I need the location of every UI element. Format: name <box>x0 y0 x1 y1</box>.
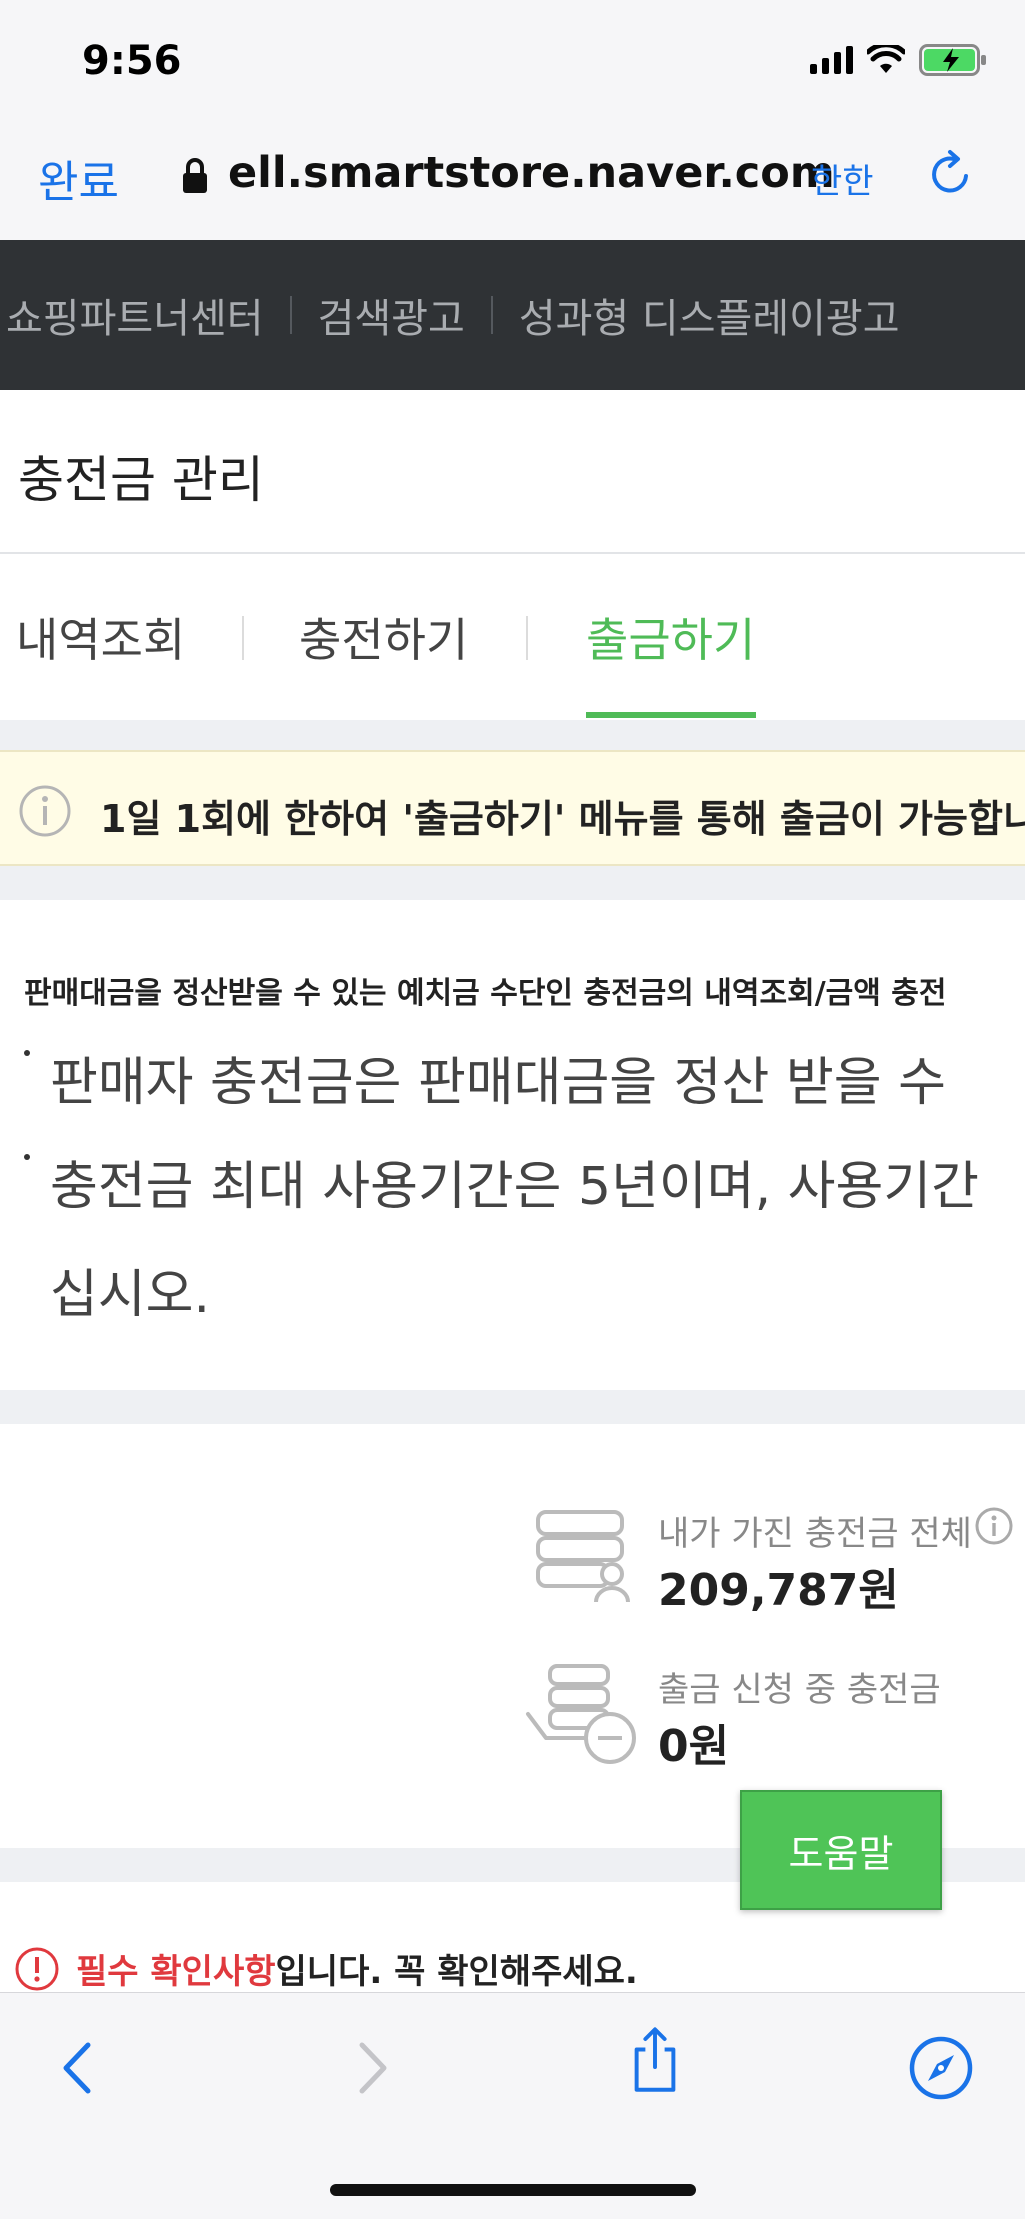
browser-url-bar: 완료 ell.smartstore.naver.com 한한 <box>0 118 1025 240</box>
withdraw-notice: 1일 1회에 한하여 '출금하기' 메뉴를 통해 출금이 가능합니 <box>0 750 1025 866</box>
battery-charging-icon <box>919 44 986 76</box>
total-balance-label: 내가 가진 충전금 전체 <box>658 1514 972 1554</box>
info-section: 판매대금을 정산받을 수 있는 예치금 수단인 충전금의 내역조회/금액 충전 … <box>0 900 1025 1390</box>
info-line-3: 십시오. <box>50 1265 211 1325</box>
coin-stack-user-icon <box>536 1510 630 1603</box>
url-address[interactable]: ell.smartstore.naver.com <box>228 148 835 198</box>
tab-divider <box>526 616 528 660</box>
withdraw-pending-icon <box>526 1664 636 1764</box>
info-icon <box>19 785 71 837</box>
cellular-signal-icon <box>810 46 853 74</box>
tab-divider <box>242 616 244 660</box>
tab-history[interactable]: 내역조회 <box>16 604 185 670</box>
section-gap <box>0 866 1025 900</box>
info-icon[interactable] <box>974 1506 1014 1546</box>
alert-icon <box>15 1947 59 1990</box>
tab-bar: 내역조회 충전하기 출금하기 <box>0 554 1025 720</box>
required-highlight: 필수 확인사항 <box>76 1952 276 1992</box>
share-icon[interactable] <box>620 2025 690 2095</box>
tab-charge[interactable]: 충전하기 <box>299 604 468 670</box>
nav-item-shopping-partner[interactable]: 쇼핑파트너센터 <box>6 286 264 344</box>
info-line-2: 충전금 최대 사용기간은 5년이며, 사용기간 <box>50 1157 980 1217</box>
info-line-1: 판매자 충전금은 판매대금을 정산 받을 수 <box>50 1053 946 1113</box>
nav-item-search-ads[interactable]: 검색광고 <box>318 286 465 344</box>
balance-section: 내가 가진 충전금 전체 209,787원 출금 신청 중 충전금 0원 <box>0 1424 1025 1848</box>
nav-divider <box>289 296 292 334</box>
bullet <box>24 1154 30 1160</box>
compass-icon[interactable] <box>906 2033 976 2103</box>
home-indicator[interactable] <box>330 2184 696 2196</box>
status-icons <box>810 44 987 76</box>
done-button[interactable]: 완료 <box>38 146 119 210</box>
notice-text: 1일 1회에 한하여 '출금하기' 메뉴를 통해 출금이 가능합니 <box>100 797 1025 841</box>
lock-icon <box>183 158 207 193</box>
tab-withdraw[interactable]: 출금하기 <box>586 604 755 670</box>
bullet <box>24 1050 30 1056</box>
reload-icon[interactable] <box>924 148 976 200</box>
page-title: 충전금 관리 <box>18 451 264 509</box>
forward-icon[interactable] <box>336 2033 406 2103</box>
info-intro: 판매대금을 정산받을 수 있는 예치금 수단인 충전금의 내역조회/금액 충전 <box>24 976 947 1011</box>
back-icon[interactable] <box>44 2033 114 2103</box>
help-button[interactable]: 도움말 <box>740 1790 942 1910</box>
wifi-icon <box>867 45 905 73</box>
status-time: 9:56 <box>82 38 182 84</box>
section-gap <box>0 720 1025 750</box>
translate-button[interactable]: 한한 <box>811 154 874 203</box>
active-tab-indicator <box>586 712 756 718</box>
nav-divider <box>490 296 493 334</box>
section-gap <box>0 1390 1025 1424</box>
required-text: 입니다. 꼭 확인해주세요. <box>275 1952 638 1992</box>
required-notice: 필수 확인사항 입니다. 꼭 확인해주세요. <box>14 1944 638 1993</box>
pending-balance-value: 0원 <box>658 1721 730 1772</box>
status-bar: 9:56 <box>0 0 1025 118</box>
total-balance-value: 209,787원 <box>658 1565 899 1616</box>
nav-item-display-ads[interactable]: 성과형 디스플레이광고 <box>519 286 900 344</box>
pending-balance-label: 출금 신청 중 충전금 <box>658 1670 941 1710</box>
partner-top-nav: 쇼핑파트너센터 검색광고 성과형 디스플레이광고 <box>0 240 1025 390</box>
